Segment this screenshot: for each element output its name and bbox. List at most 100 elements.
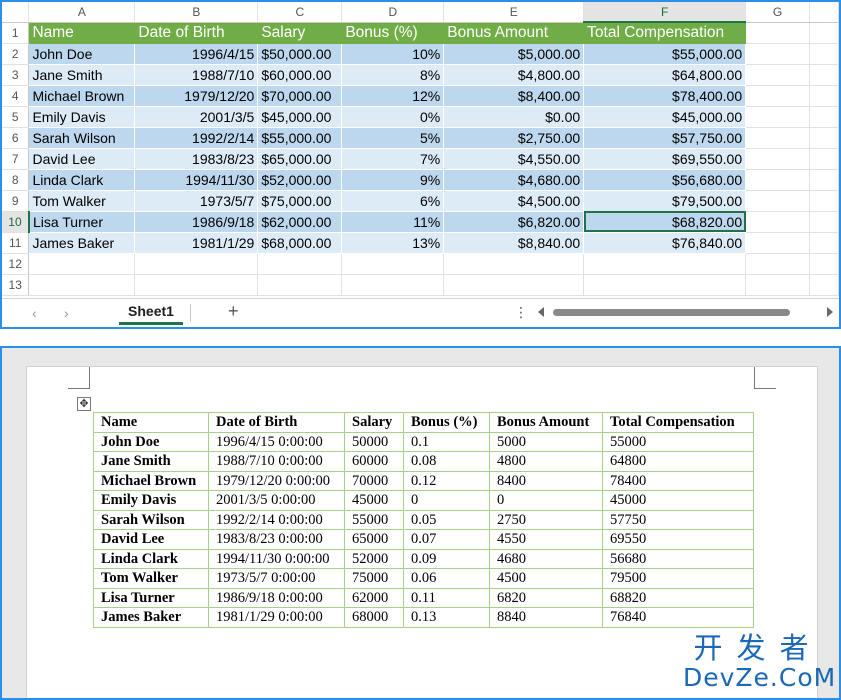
doc-cell-bonus-amount[interactable]: 2750 xyxy=(489,509,603,530)
doc-cell-dob[interactable]: 1983/8/23 0:00:00 xyxy=(208,529,345,550)
cell-c2[interactable]: $50,000.00 xyxy=(257,43,342,64)
cell-d7[interactable]: 7% xyxy=(341,148,444,169)
cell-a7[interactable]: David Lee xyxy=(28,148,135,169)
row-header[interactable]: 12 xyxy=(2,253,30,275)
cell-c4[interactable]: $70,000.00 xyxy=(257,85,342,106)
doc-cell-total[interactable]: 55000 xyxy=(602,431,754,452)
cell-b3[interactable]: 1988/7/10 xyxy=(134,64,258,85)
doc-cell-total[interactable]: 57750 xyxy=(602,509,754,530)
doc-cell-total[interactable]: 79500 xyxy=(602,568,754,589)
doc-header-bonus-amount[interactable]: Bonus Amount xyxy=(489,412,603,433)
cell-f5[interactable]: $45,000.00 xyxy=(583,106,746,127)
cell-f12[interactable] xyxy=(583,253,747,275)
doc-cell-name[interactable]: David Lee xyxy=(93,529,209,550)
document-table[interactable]: Name Date of Birth Salary Bonus (%) Bonu… xyxy=(93,412,754,628)
doc-cell-name[interactable]: Sarah Wilson xyxy=(93,509,209,530)
cell-e10[interactable]: $6,820.00 xyxy=(443,211,584,232)
cell-e9[interactable]: $4,500.00 xyxy=(443,190,584,211)
cell-a10[interactable]: Lisa Turner xyxy=(28,211,135,232)
cell-c5[interactable]: $45,000.00 xyxy=(257,106,342,127)
cell-g11[interactable] xyxy=(745,232,810,254)
cell-g6[interactable] xyxy=(745,127,810,149)
doc-cell-bonus-pct[interactable]: 0.05 xyxy=(403,509,490,530)
cell-d3[interactable]: 8% xyxy=(341,64,444,85)
doc-cell-bonus-pct[interactable]: 0.08 xyxy=(403,451,490,472)
table-move-handle-icon[interactable]: ✥ xyxy=(77,397,91,411)
cell-b8[interactable]: 1994/11/30 xyxy=(134,169,258,190)
row-header[interactable]: 2 xyxy=(2,43,30,65)
doc-cell-bonus-pct[interactable]: 0 xyxy=(403,490,490,511)
cell-b5[interactable]: 2001/3/5 xyxy=(134,106,258,127)
cell-e6[interactable]: $2,750.00 xyxy=(443,127,584,148)
cell-d13[interactable] xyxy=(341,274,445,296)
cell-c6[interactable]: $55,000.00 xyxy=(257,127,342,148)
row-header[interactable]: 4 xyxy=(2,85,30,107)
doc-cell-salary[interactable]: 65000 xyxy=(344,529,404,550)
cell-b1[interactable]: Date of Birth xyxy=(134,22,259,44)
cell-d4[interactable]: 12% xyxy=(341,85,444,106)
doc-cell-name[interactable]: Linda Clark xyxy=(93,548,209,569)
cell-g1[interactable] xyxy=(745,22,810,44)
cell-e13[interactable] xyxy=(443,274,585,296)
cell-a4[interactable]: Michael Brown xyxy=(28,85,135,106)
cell-b4[interactable]: 1979/12/20 xyxy=(134,85,258,106)
doc-cell-dob[interactable]: 1973/5/7 0:00:00 xyxy=(208,568,345,589)
column-header-b[interactable]: B xyxy=(134,2,259,23)
cell-e2[interactable]: $5,000.00 xyxy=(443,43,584,64)
cell-c3[interactable]: $60,000.00 xyxy=(257,64,342,85)
row-header[interactable]: 7 xyxy=(2,148,30,170)
cell-a13[interactable] xyxy=(28,274,136,296)
cell-f3[interactable]: $64,800.00 xyxy=(583,64,746,85)
doc-cell-bonus-pct[interactable]: 0.11 xyxy=(403,587,490,608)
doc-cell-bonus-pct[interactable]: 0.1 xyxy=(403,431,490,452)
doc-cell-dob[interactable]: 1981/1/29 0:00:00 xyxy=(208,607,345,628)
cell-g5[interactable] xyxy=(745,106,810,128)
doc-cell-salary[interactable]: 45000 xyxy=(344,490,404,511)
sheet-tab-sheet1[interactable]: Sheet1 xyxy=(119,299,183,325)
cell-d12[interactable] xyxy=(341,253,445,275)
cell-g13[interactable] xyxy=(745,274,810,296)
doc-cell-bonus-amount[interactable]: 6820 xyxy=(489,587,603,608)
cell-a5[interactable]: Emily Davis xyxy=(28,106,135,127)
cell-d5[interactable]: 0% xyxy=(341,106,444,127)
doc-cell-dob[interactable]: 2001/3/5 0:00:00 xyxy=(208,490,345,511)
cell-c9[interactable]: $75,000.00 xyxy=(257,190,342,211)
cell-g8[interactable] xyxy=(745,169,810,191)
doc-cell-name[interactable]: Emily Davis xyxy=(93,490,209,511)
doc-cell-dob[interactable]: 1996/4/15 0:00:00 xyxy=(208,431,345,452)
doc-cell-salary[interactable]: 68000 xyxy=(344,607,404,628)
doc-cell-name[interactable]: Lisa Turner xyxy=(93,587,209,608)
cell-d8[interactable]: 9% xyxy=(341,169,444,190)
doc-cell-salary[interactable]: 75000 xyxy=(344,568,404,589)
doc-cell-bonus-amount[interactable]: 4550 xyxy=(489,529,603,550)
cell-c10[interactable]: $62,000.00 xyxy=(257,211,342,232)
doc-header-salary[interactable]: Salary xyxy=(344,412,404,433)
doc-cell-dob[interactable]: 1994/11/30 0:00:00 xyxy=(208,548,345,569)
cell-a1[interactable]: Name xyxy=(28,22,136,44)
doc-cell-dob[interactable]: 1988/7/10 0:00:00 xyxy=(208,451,345,472)
row-header[interactable]: 11 xyxy=(2,232,30,254)
cell-d9[interactable]: 6% xyxy=(341,190,444,211)
doc-cell-salary[interactable]: 55000 xyxy=(344,509,404,530)
doc-cell-salary[interactable]: 70000 xyxy=(344,470,404,491)
doc-cell-total[interactable]: 78400 xyxy=(602,470,754,491)
row-header[interactable]: 9 xyxy=(2,190,30,212)
doc-cell-dob[interactable]: 1992/2/14 0:00:00 xyxy=(208,509,345,530)
cell-a9[interactable]: Tom Walker xyxy=(28,190,135,211)
cell-g2[interactable] xyxy=(745,43,810,65)
cell-e12[interactable] xyxy=(443,253,585,275)
cell-a12[interactable] xyxy=(28,253,136,275)
cell-b13[interactable] xyxy=(134,274,259,296)
cell-e4[interactable]: $8,400.00 xyxy=(443,85,584,106)
doc-cell-bonus-pct[interactable]: 0.12 xyxy=(403,470,490,491)
cell-d2[interactable]: 10% xyxy=(341,43,444,64)
doc-cell-salary[interactable]: 62000 xyxy=(344,587,404,608)
doc-cell-salary[interactable]: 50000 xyxy=(344,431,404,452)
doc-cell-name[interactable]: Jane Smith xyxy=(93,451,209,472)
cell-b2[interactable]: 1996/4/15 xyxy=(134,43,258,64)
cell-f4[interactable]: $78,400.00 xyxy=(583,85,746,106)
cell-e11[interactable]: $8,840.00 xyxy=(443,232,584,253)
column-header-g[interactable]: G xyxy=(745,2,810,23)
doc-cell-name[interactable]: James Baker xyxy=(93,607,209,628)
cell-b9[interactable]: 1973/5/7 xyxy=(134,190,258,211)
